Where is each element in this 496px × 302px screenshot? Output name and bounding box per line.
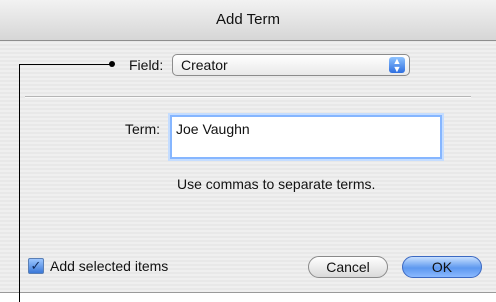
ok-button[interactable]: OK (402, 256, 482, 278)
callout-dot (109, 61, 115, 67)
field-label: Field: (129, 57, 164, 73)
add-term-dialog: Add Term Field: Creator ▲ ▼ Term: Joe Vau… (0, 0, 496, 293)
updown-arrows-icon: ▲ ▼ (389, 57, 405, 74)
add-selected-items-label: Add selected items (50, 258, 169, 274)
title-bar: Add Term (0, 0, 496, 41)
add-selected-items-row[interactable]: ✓ Add selected items (28, 258, 168, 274)
field-popup-value: Creator (181, 57, 228, 73)
callout-line-vertical (19, 64, 20, 302)
callout-line-horizontal (19, 64, 112, 65)
term-label: Term: (125, 121, 160, 137)
cancel-button[interactable]: Cancel (308, 256, 388, 278)
separator (25, 96, 471, 98)
dialog-title: Add Term (216, 11, 280, 28)
hint-text: Use commas to separate terms. (177, 176, 376, 192)
field-popup-menu[interactable]: Creator ▲ ▼ (172, 54, 410, 76)
checkmark-icon[interactable]: ✓ (28, 258, 44, 274)
term-input[interactable]: Joe Vaughn (170, 115, 442, 159)
